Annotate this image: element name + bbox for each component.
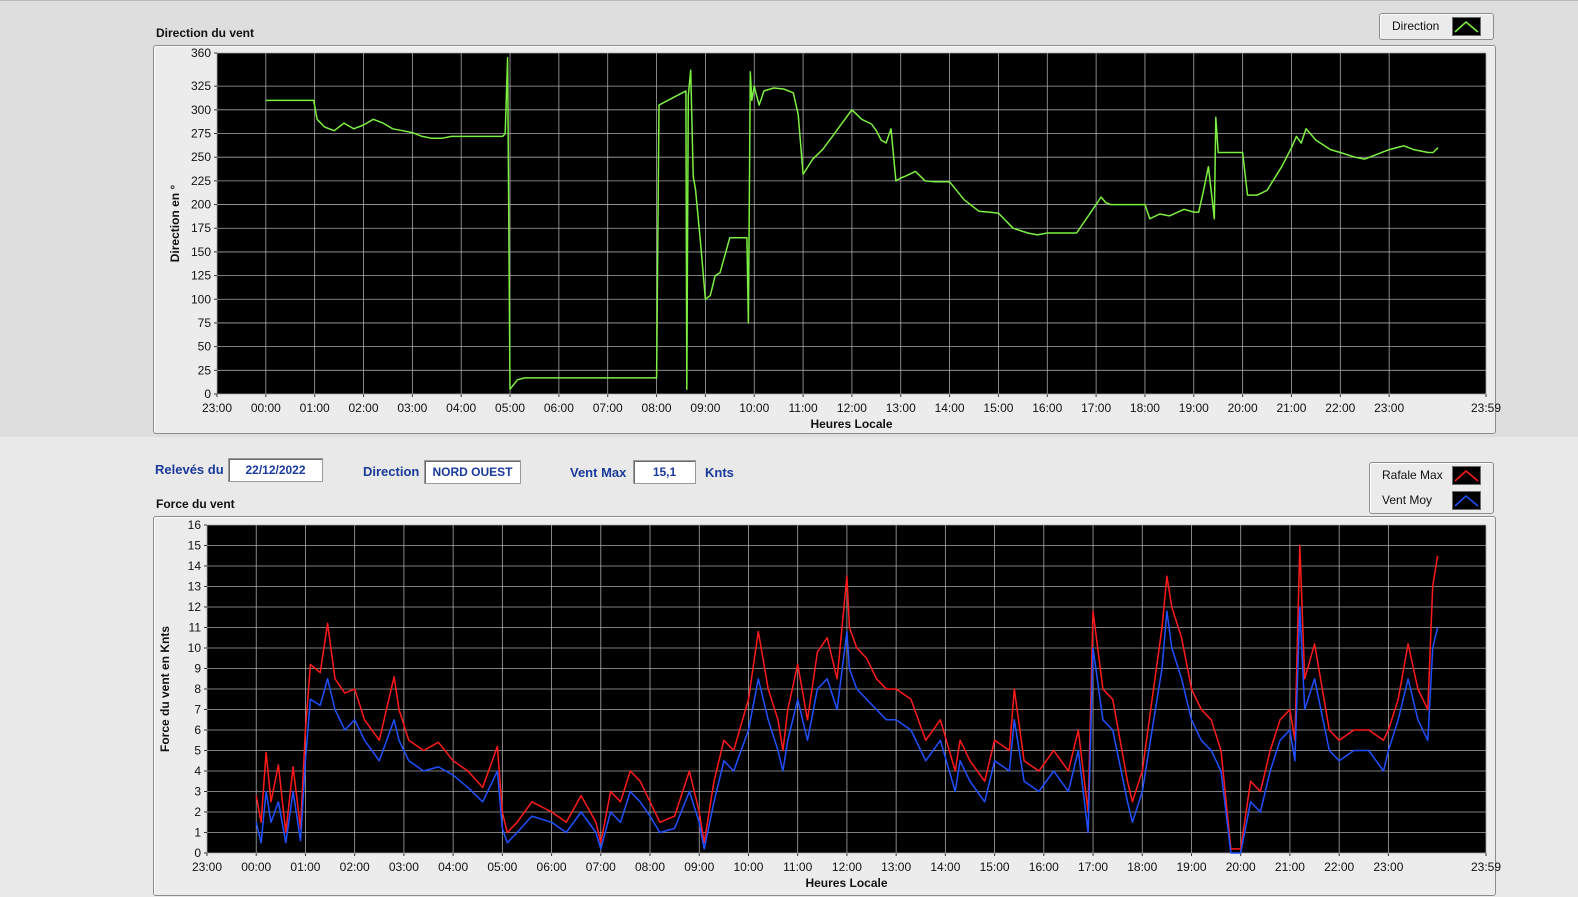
force-chart-y-tick-label: 11 <box>189 621 202 635</box>
force-chart-y-tick-label: 4 <box>194 764 201 778</box>
force-chart-x-axis-title: Heures Locale <box>805 876 887 890</box>
legend-rafale-label: Rafale Max <box>1382 468 1443 482</box>
force-chart-x-tick-label: 12:00 <box>832 860 862 874</box>
force-chart-y-tick-label: 14 <box>188 559 202 573</box>
force-chart-x-tick-label: 18:00 <box>1127 860 1157 874</box>
force-chart-y-tick-label: 16 <box>188 518 202 532</box>
force-chart-y-tick-label: 5 <box>194 744 201 758</box>
legend-rafale-swatch-icon <box>1452 466 1481 485</box>
force-chart-y-tick-label: 1 <box>194 826 201 840</box>
force-chart-x-tick-label: 22:00 <box>1324 860 1354 874</box>
force-chart-x-tick-label: 17:00 <box>1078 860 1108 874</box>
force-chart-y-tick-label: 10 <box>188 641 202 655</box>
force-chart-x-tick-label: 07:00 <box>586 860 616 874</box>
force-chart-y-tick-label: 15 <box>188 539 202 553</box>
force-chart-y-tick-label: 9 <box>194 662 201 676</box>
force-legend[interactable]: Rafale Max Vent Moy <box>1369 462 1494 514</box>
force-chart-x-tick-label: 19:00 <box>1176 860 1206 874</box>
force-chart-x-tick-label: 23:00 <box>192 860 222 874</box>
force-chart-y-axis-title: Force du vent en Knts <box>158 626 172 752</box>
force-chart-y-tick-label: 13 <box>188 580 202 594</box>
force-chart-x-tick-label: 11:00 <box>783 860 812 874</box>
force-chart-x-tick-label: 00:00 <box>241 860 271 874</box>
force-chart-x-tick-label: 23:00 <box>1373 860 1403 874</box>
force-chart-x-tick-label: 02:00 <box>340 860 370 874</box>
force-chart-y-tick-label: 0 <box>194 846 201 860</box>
force-chart: 23:00 00:00 01:00 02:00 03:00 04:00 05:00 06:00… <box>158 518 1501 890</box>
force-chart-x-tick-label: 15:00 <box>980 860 1010 874</box>
force-chart-x-tick-label: 13:00 <box>881 860 911 874</box>
force-chart-x-tick-label: 20:00 <box>1226 860 1256 874</box>
force-chart-x-tick-label: 01:00 <box>290 860 320 874</box>
force-chart-y-tick-label: 12 <box>188 600 202 614</box>
force-chart-y-tick-label: 2 <box>194 805 201 819</box>
force-chart-x-tick-label: 04:00 <box>438 860 468 874</box>
force-chart-y-tick-label: 3 <box>194 785 201 799</box>
force-chart-y-tick-label: 8 <box>194 682 201 696</box>
legend-vent-moy-swatch-icon <box>1452 491 1481 510</box>
force-chart-x-tick-label: 16:00 <box>1029 860 1059 874</box>
force-chart-x-tick-label: 06:00 <box>537 860 567 874</box>
force-chart-x-tick-label: 14:00 <box>930 860 960 874</box>
force-chart-x-tick-label: 03:00 <box>389 860 419 874</box>
force-chart-x-tick-label: 10:00 <box>733 860 763 874</box>
legend-row-vent-moy[interactable]: Vent Moy <box>1370 488 1493 512</box>
legend-row-rafale[interactable]: Rafale Max <box>1370 463 1493 487</box>
force-chart-x-tick-label: 05:00 <box>487 860 517 874</box>
force-chart-x-tick-label: 23:59 <box>1471 860 1501 874</box>
force-chart-y-tick-label: 6 <box>194 723 201 737</box>
force-chart-y-tick-label: 7 <box>194 703 201 717</box>
legend-vent-moy-label: Vent Moy <box>1382 493 1433 507</box>
force-chart-x-tick-label: 08:00 <box>635 860 665 874</box>
force-chart-x-tick-label: 21:00 <box>1275 860 1305 874</box>
force-chart-x-tick-label: 09:00 <box>684 860 714 874</box>
